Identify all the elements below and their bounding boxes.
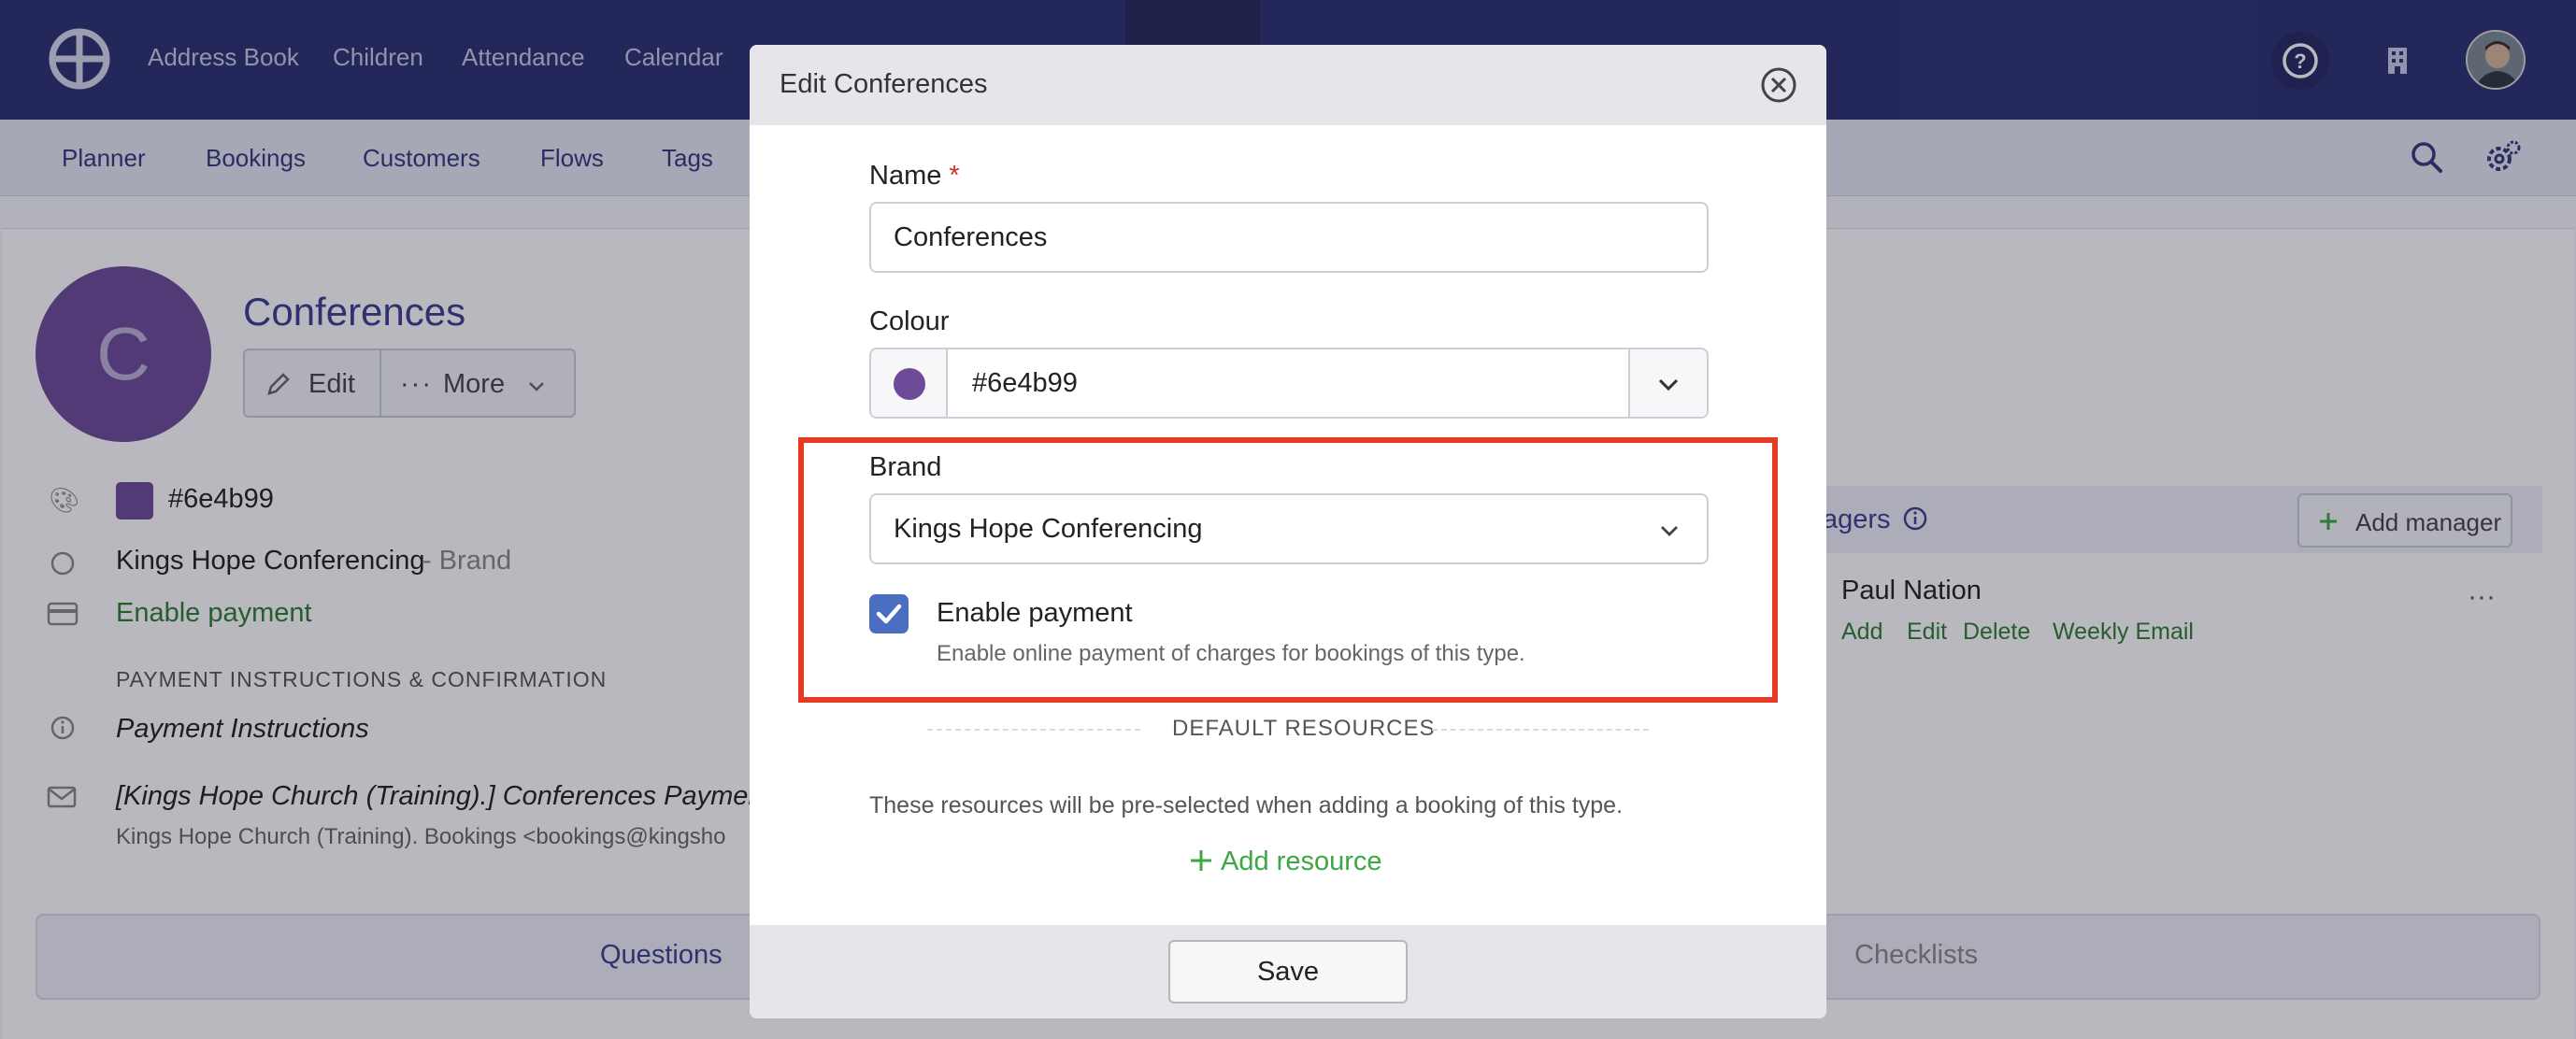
- add-resource-button[interactable]: Add resource: [1189, 847, 1382, 877]
- name-label: Name *: [869, 161, 960, 191]
- name-input[interactable]: [869, 202, 1709, 273]
- resources-help-text: These resources will be pre-selected whe…: [869, 792, 1624, 818]
- chevron-down-icon: [1658, 378, 1679, 391]
- colour-label: Colour: [869, 306, 950, 336]
- section-divider-right: [1432, 729, 1649, 731]
- colour-dropdown-toggle[interactable]: [1628, 349, 1707, 417]
- modal-footer: Save: [750, 925, 1826, 1018]
- default-resources-label: DEFAULT RESOURCES: [1172, 716, 1436, 741]
- section-divider-left: [927, 729, 1140, 731]
- colour-hex-value[interactable]: #6e4b99: [972, 368, 1078, 399]
- save-button[interactable]: Save: [1168, 940, 1408, 1003]
- edit-modal: Edit Conferences Name * Colour #6e4b99 B…: [750, 45, 1826, 1018]
- modal-title: Edit Conferences: [780, 69, 988, 99]
- add-resource-label: Add resource: [1221, 847, 1382, 876]
- colour-preview[interactable]: [871, 349, 948, 417]
- modal-header: Edit Conferences: [750, 45, 1826, 125]
- colour-dot: [894, 368, 925, 400]
- highlight-box: [798, 437, 1778, 703]
- colour-picker[interactable]: #6e4b99: [869, 348, 1709, 419]
- plus-icon: [1191, 850, 1211, 871]
- required-marker: *: [949, 161, 960, 191]
- close-icon[interactable]: [1759, 65, 1798, 105]
